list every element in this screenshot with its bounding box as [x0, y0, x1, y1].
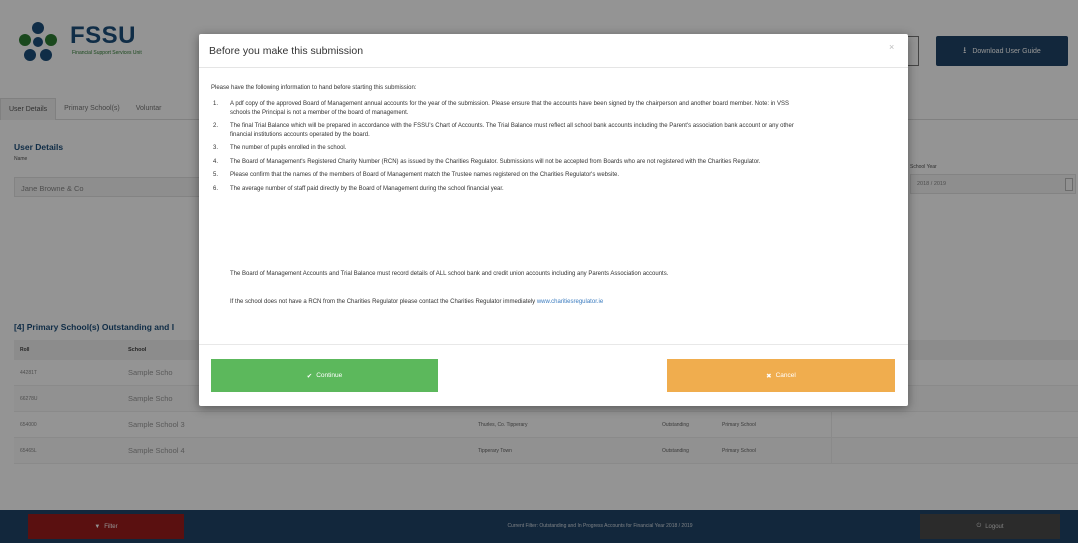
list-item: 1. A pdf copy of the approved Board of M…: [211, 100, 801, 117]
modal-intro: Please have the following information to…: [211, 85, 417, 91]
continue-button[interactable]: ✔ Continue: [211, 359, 438, 392]
check-icon: ✔: [306, 372, 313, 380]
rcn-note-text: If the school does not have a RCN from t…: [230, 299, 536, 305]
item-number: 3.: [213, 145, 219, 151]
item-number: 2.: [213, 123, 219, 129]
item-text: The average number of staff paid directl…: [230, 185, 504, 192]
item-number: 5.: [213, 172, 219, 178]
item-text: The Board of Management's Registered Cha…: [230, 158, 761, 165]
charities-regulator-link[interactable]: www.charitiesregulator.ie: [537, 299, 603, 305]
rcn-note: If the school does not have a RCN from t…: [230, 298, 800, 307]
cancel-button[interactable]: ✖ Cancel: [667, 359, 895, 392]
modal-header: Before you make this submission ×: [199, 34, 908, 68]
list-item: 6. The average number of staff paid dire…: [211, 185, 801, 194]
x-icon: ✖: [766, 372, 772, 380]
item-number: 4.: [213, 158, 219, 165]
list-item: 4. The Board of Management's Registered …: [211, 158, 801, 167]
item-number: 6.: [213, 185, 219, 192]
item-text: Please confirm that the names of the mem…: [230, 172, 620, 178]
list-item: 5. Please confirm that the names of the …: [211, 171, 801, 180]
item-text: The final Trial Balance which will be pr…: [230, 123, 794, 138]
accounts-note: The Board of Management Accounts and Tri…: [230, 271, 669, 277]
close-icon[interactable]: ×: [889, 42, 894, 52]
modal-title: Before you make this submission: [209, 45, 364, 57]
submission-modal: Before you make this submission × Please…: [199, 34, 908, 406]
item-number: 1.: [213, 101, 219, 107]
requirements-list: 1. A pdf copy of the approved Board of M…: [211, 100, 801, 198]
list-item: 3. The number of pupils enrolled in the …: [211, 144, 801, 153]
list-item: 2. The final Trial Balance which will be…: [211, 122, 801, 139]
item-text: A pdf copy of the approved Board of Mana…: [230, 101, 790, 116]
continue-label: Continue: [316, 372, 343, 379]
modal-divider: [199, 344, 908, 345]
cancel-label: Cancel: [775, 372, 796, 379]
item-text: The number of pupils enrolled in the sch…: [230, 145, 347, 151]
